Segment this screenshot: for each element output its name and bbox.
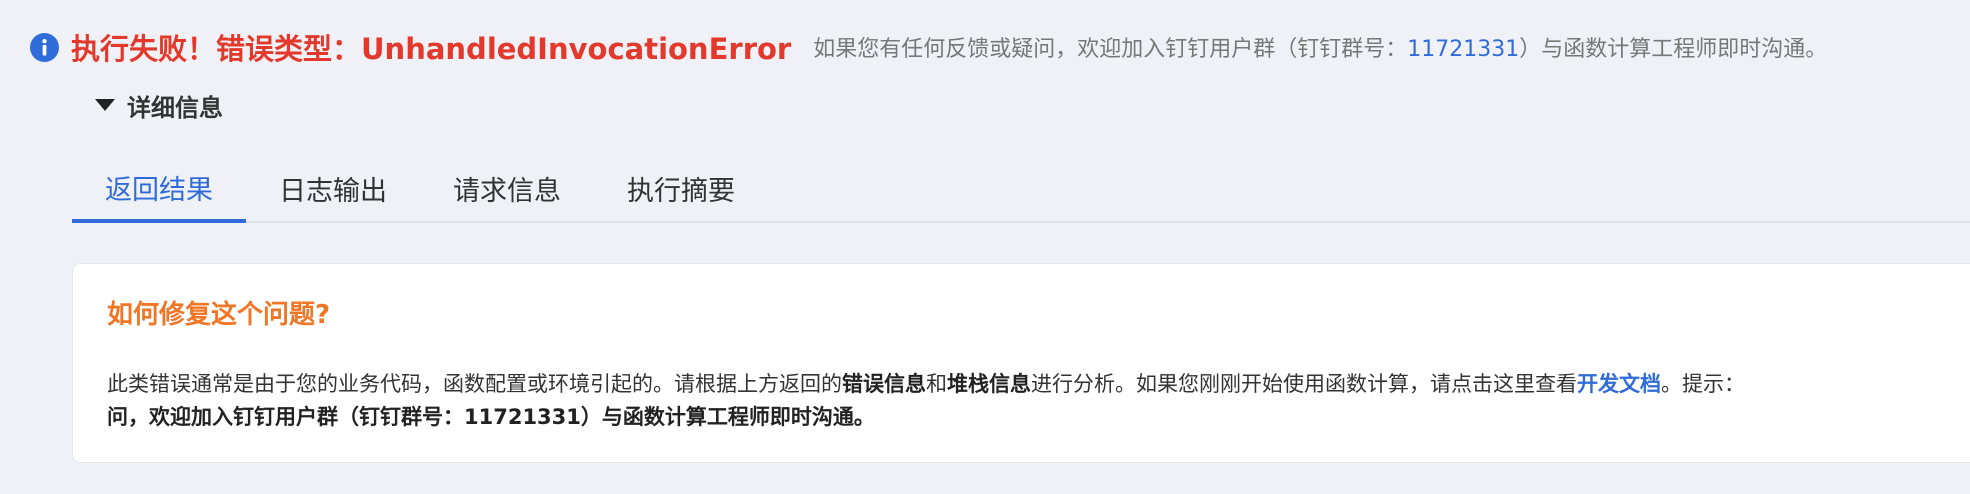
error-hint-suffix: ）与函数计算工程师即时沟通。 <box>1519 37 1828 62</box>
help-line-2: 问，欢迎加入钉钉用户群（钉钉群号：11721331）与函数计算工程师即时沟通。 <box>107 405 875 429</box>
error-title: 执行失败！错误类型：UnhandledInvocationError <box>71 32 792 66</box>
help-bold-error-info: 错误信息 <box>842 372 926 396</box>
error-hint: 如果您有任何反馈或疑问，欢迎加入钉钉用户群（钉钉群号：11721331）与函数计… <box>813 31 1827 63</box>
help-text: 和 <box>926 372 947 396</box>
help-text: 进行分析。如果您刚刚开始使用函数计算，请点击这里查看 <box>1031 372 1577 396</box>
help-text: 。提示： <box>1661 372 1745 396</box>
fix-help-card: 如何修复这个问题? 此类错误通常是由于您的业务代码，函数配置或环境引起的。请根据… <box>72 263 1970 463</box>
result-tabs: 返回结果 日志输出 请求信息 执行摘要 <box>72 155 1970 223</box>
help-line-1: 此类错误通常是由于您的业务代码，函数配置或环境引起的。请根据上方返回的错误信息和… <box>107 368 1970 401</box>
tab-log-output[interactable]: 日志输出 <box>246 155 420 221</box>
help-title: 如何修复这个问题? <box>107 300 331 330</box>
error-banner: 执行失败！错误类型：UnhandledInvocationError 如果您有任… <box>30 25 1827 69</box>
dingtalk-group-number: 11721331 <box>1407 37 1520 62</box>
help-body: 此类错误通常是由于您的业务代码，函数配置或环境引起的。请根据上方返回的错误信息和… <box>107 368 1970 434</box>
help-text: 此类错误通常是由于您的业务代码，函数配置或环境引起的。请根据上方返回的 <box>107 372 842 396</box>
details-toggle[interactable]: 详细信息 <box>95 86 223 124</box>
caret-down-icon <box>95 99 115 111</box>
tab-execution-summary[interactable]: 执行摘要 <box>594 155 768 221</box>
dev-docs-link[interactable]: 开发文档 <box>1577 372 1661 396</box>
tab-return-result[interactable]: 返回结果 <box>72 155 246 223</box>
error-hint-prefix: 如果您有任何反馈或疑问，欢迎加入钉钉用户群（钉钉群号： <box>813 37 1408 62</box>
help-bold-stack-info: 堆栈信息 <box>947 372 1031 396</box>
info-icon <box>30 32 59 62</box>
tab-request-info[interactable]: 请求信息 <box>420 155 594 221</box>
details-label: 详细信息 <box>127 93 223 122</box>
